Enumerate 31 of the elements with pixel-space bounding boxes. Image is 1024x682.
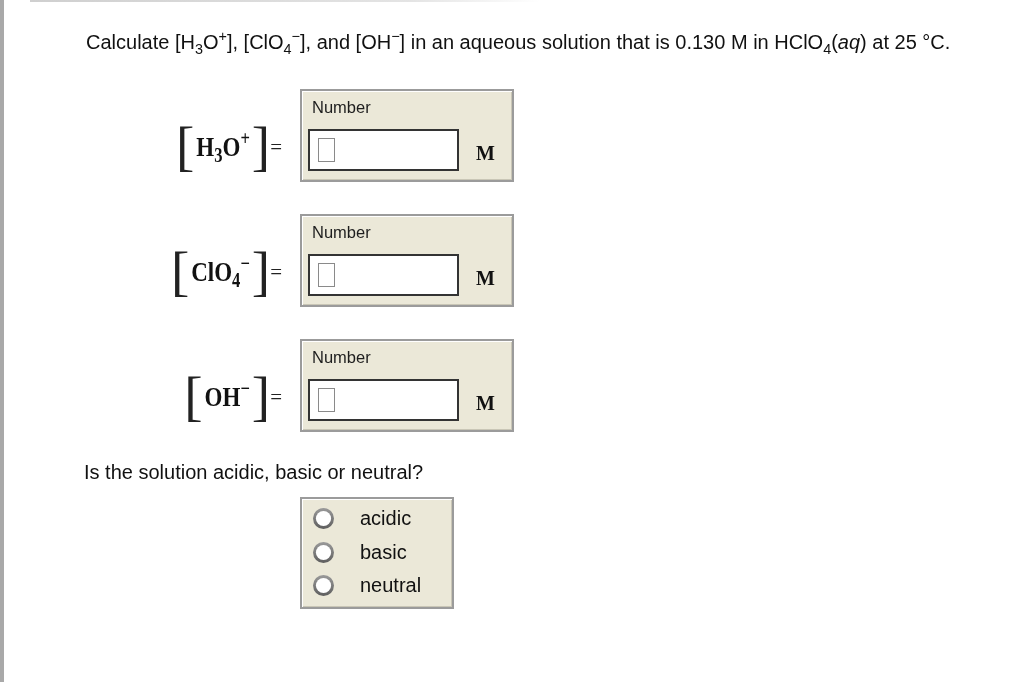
right-bracket: ] xyxy=(251,369,271,425)
number-input-field[interactable] xyxy=(308,379,459,421)
radio-button[interactable] xyxy=(313,541,334,563)
equals-sign: = xyxy=(270,384,282,410)
option-label: acidic xyxy=(360,507,412,531)
left-bracket: [ xyxy=(184,369,203,425)
number-input-field[interactable] xyxy=(308,254,459,296)
left-bracket: [ xyxy=(170,244,190,300)
field-label: Number xyxy=(312,98,371,117)
right-bracket: ] xyxy=(251,244,271,300)
equals-sign: = xyxy=(270,134,282,160)
right-bracket: ] xyxy=(251,119,271,175)
radio-button[interactable] xyxy=(313,508,334,530)
cursor-box-icon xyxy=(318,138,335,162)
equals-sign: = xyxy=(270,259,282,285)
radio-button[interactable] xyxy=(313,575,334,597)
option-label: basic xyxy=(360,540,407,564)
unit-label: M xyxy=(476,392,495,414)
cursor-box-icon xyxy=(318,388,335,412)
field-label: Number xyxy=(312,223,371,242)
left-bracket: [ xyxy=(176,119,195,175)
number-input-field[interactable] xyxy=(308,129,459,171)
option-label: neutral xyxy=(360,574,422,598)
unit-label: M xyxy=(476,267,495,289)
cursor-box-icon xyxy=(318,263,335,287)
species-label: H$_{3}$O$^{+}$ xyxy=(195,131,251,163)
question-text: Calculate [H$_{3}$O$^{+}$], [ClO$_{4}$$^{−}$], and [OH$^{−}$] in an aqueous solution that is 0.130 M in HClO$_{4}$(aq) at 25 °C. xyxy=(86,31,951,54)
unit-label: M xyxy=(476,142,495,164)
species-label: OH$^{−}$ xyxy=(203,381,251,413)
question-text: Is the solution acidic, basic or neutral? xyxy=(84,461,424,484)
field-label: Number xyxy=(312,348,371,367)
